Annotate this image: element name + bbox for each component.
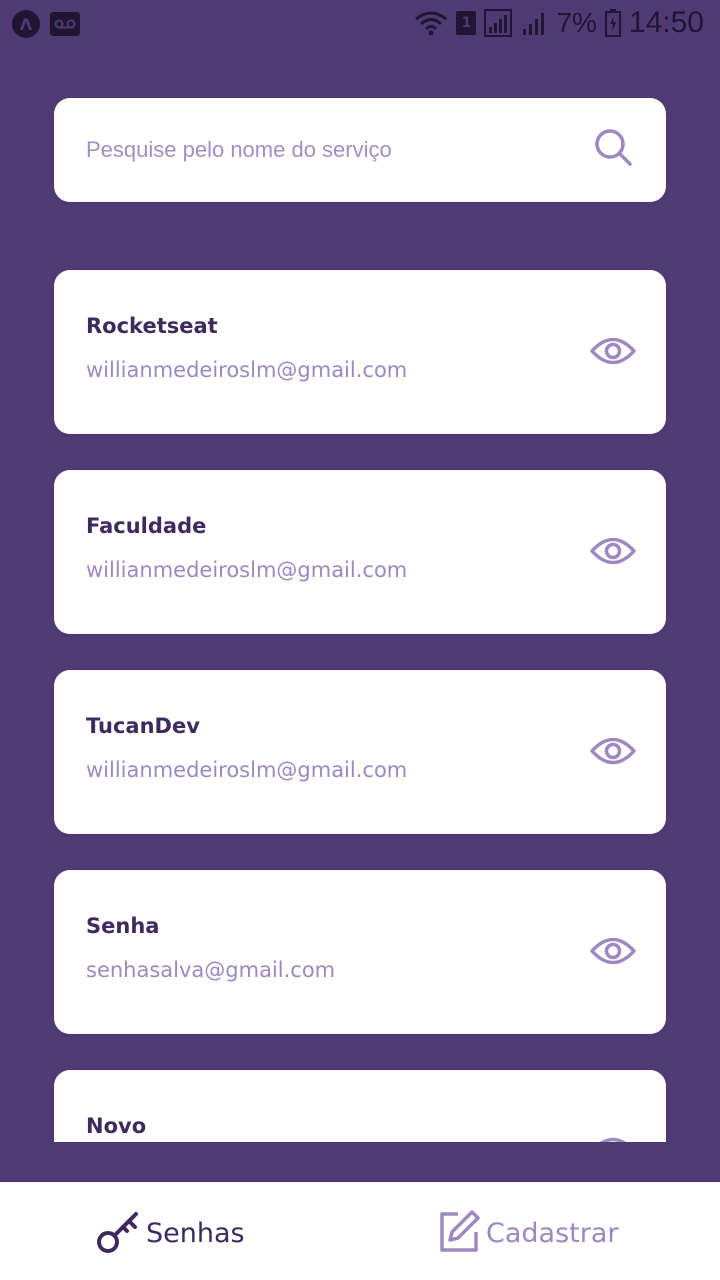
service-email: senhasalva@gmail.com bbox=[86, 958, 336, 982]
password-card[interactable]: Novo bbox=[54, 1070, 666, 1142]
service-name: Rocketseat bbox=[86, 314, 218, 338]
search-bar bbox=[54, 98, 666, 202]
tab-cadastrar-label: Cadastrar bbox=[486, 1217, 619, 1249]
tab-cadastrar[interactable]: Cadastrar bbox=[436, 1208, 618, 1258]
eye-icon bbox=[590, 734, 636, 772]
service-name: TucanDev bbox=[86, 714, 200, 738]
service-email: willianmedeiroslm@gmail.com bbox=[86, 358, 408, 382]
tab-senhas-label: Senhas bbox=[146, 1217, 245, 1249]
service-name: Novo bbox=[86, 1114, 147, 1138]
search-icon bbox=[593, 127, 633, 171]
sim-icon: 1 bbox=[456, 11, 477, 35]
key-icon bbox=[96, 1208, 142, 1258]
search-input[interactable] bbox=[86, 98, 566, 202]
service-name: Senha bbox=[86, 914, 160, 938]
service-email: willianmedeiroslm@gmail.com bbox=[86, 558, 408, 582]
app-notification-glyph: Λ bbox=[19, 14, 33, 34]
battery-icon bbox=[604, 9, 621, 37]
service-name: Faculdade bbox=[86, 514, 207, 538]
show-password-button[interactable] bbox=[590, 730, 636, 776]
signal-icon bbox=[484, 9, 514, 37]
edit-icon bbox=[436, 1208, 482, 1258]
status-bar: Λ 1 7% 14:50 bbox=[0, 0, 720, 50]
eye-icon bbox=[590, 334, 636, 372]
tab-senhas[interactable]: Senhas bbox=[96, 1208, 245, 1258]
app-notification-icon: Λ bbox=[12, 10, 40, 38]
signal-2-icon bbox=[522, 9, 548, 37]
service-email: willianmedeiroslm@gmail.com bbox=[86, 758, 408, 782]
search-button[interactable] bbox=[592, 128, 634, 170]
show-password-button[interactable] bbox=[590, 530, 636, 576]
eye-icon bbox=[590, 934, 636, 972]
password-card[interactable]: Faculdade willianmedeiroslm@gmail.com bbox=[54, 470, 666, 634]
show-password-button[interactable] bbox=[590, 330, 636, 376]
eye-icon bbox=[590, 534, 636, 572]
show-password-button[interactable] bbox=[590, 930, 636, 976]
clock: 14:50 bbox=[628, 6, 704, 39]
show-password-button[interactable] bbox=[590, 1130, 636, 1142]
eye-icon bbox=[590, 1134, 636, 1142]
password-card[interactable]: Rocketseat willianmedeiroslm@gmail.com bbox=[54, 270, 666, 434]
password-card[interactable]: Senha senhasalva@gmail.com bbox=[54, 870, 666, 1034]
bottom-nav: Senhas Cadastrar bbox=[0, 1182, 720, 1280]
wifi-icon bbox=[414, 9, 448, 37]
battery-percent: 7% bbox=[556, 7, 597, 38]
voicemail-icon bbox=[50, 12, 80, 36]
password-list[interactable]: Rocketseat willianmedeiroslm@gmail.com F… bbox=[0, 240, 720, 1142]
password-card[interactable]: TucanDev willianmedeiroslm@gmail.com bbox=[54, 670, 666, 834]
